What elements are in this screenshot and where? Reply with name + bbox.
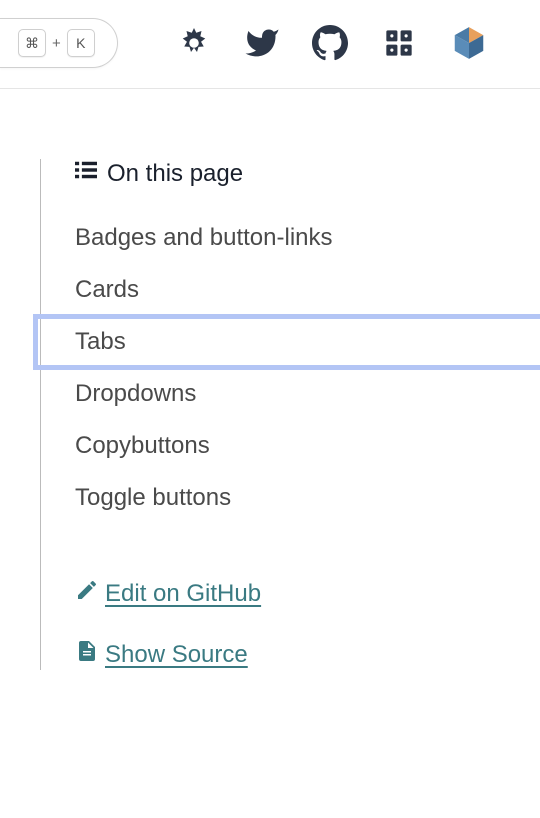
toc-item-tabs[interactable]: Tabs	[75, 316, 540, 368]
edit-github-link[interactable]: Edit on GitHub	[75, 578, 540, 609]
sun-icon[interactable]	[176, 25, 212, 61]
cube-icon[interactable]	[450, 24, 488, 62]
cmd-key: ⌘	[18, 29, 46, 57]
pydata-icon[interactable]	[380, 24, 418, 62]
action-links: Edit on GitHub Show Source	[75, 578, 540, 670]
show-source-label: Show Source	[105, 641, 248, 669]
search-shortcut[interactable]: ⌘ + K	[0, 18, 118, 68]
plus-symbol: +	[52, 35, 61, 52]
twitter-icon[interactable]	[244, 25, 280, 61]
github-icon[interactable]	[312, 25, 348, 61]
show-source-link[interactable]: Show Source	[75, 639, 540, 670]
file-icon	[75, 639, 99, 670]
toc-container: On this page Badges and button-links Car…	[40, 159, 540, 670]
list-icon	[75, 159, 97, 188]
topbar: ⌘ + K	[0, 0, 540, 89]
toc-item-togglebuttons[interactable]: Toggle buttons	[75, 472, 540, 524]
toc-item-copybuttons[interactable]: Copybuttons	[75, 420, 540, 472]
toc-header-label: On this page	[107, 160, 243, 188]
toc-item-dropdowns[interactable]: Dropdowns	[75, 368, 540, 420]
pencil-icon	[75, 578, 99, 609]
content: On this page Badges and button-links Car…	[0, 89, 540, 670]
edit-github-label: Edit on GitHub	[105, 580, 261, 608]
topbar-icons	[176, 24, 488, 62]
toc-item-badges[interactable]: Badges and button-links	[75, 212, 540, 264]
toc-list: Badges and button-links Cards Tabs Dropd…	[75, 212, 540, 524]
toc-header: On this page	[75, 159, 540, 188]
toc-item-cards[interactable]: Cards	[75, 264, 540, 316]
k-key: K	[67, 29, 95, 57]
